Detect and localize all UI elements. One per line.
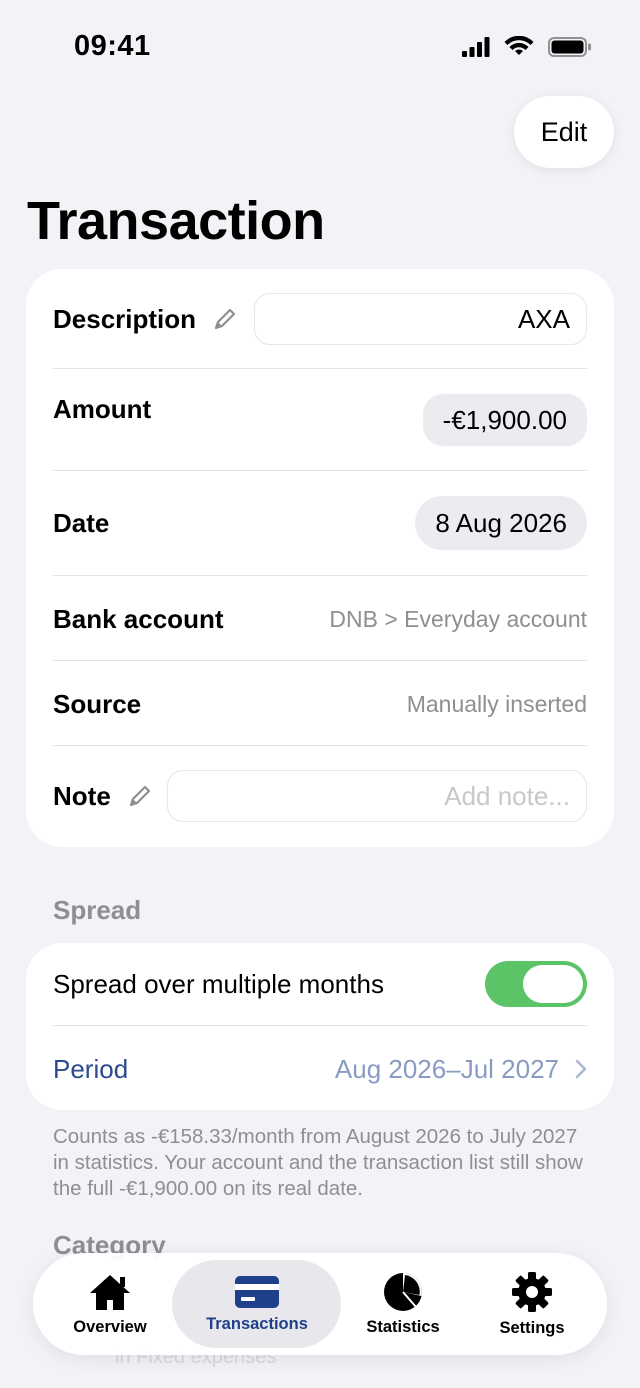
- tab-bar: Overview Transactions Statistics Setting…: [33, 1253, 607, 1355]
- date-label: Date: [53, 507, 110, 538]
- divider: [53, 1025, 587, 1026]
- tab-statistics[interactable]: Statistics: [347, 1253, 459, 1355]
- tab-label-settings: Settings: [499, 1318, 565, 1337]
- chevron-right-icon: [575, 1059, 587, 1079]
- period-row[interactable]: Period Aug 2026–Jul 2027: [53, 1049, 587, 1089]
- source-row: Source Manually inserted: [53, 684, 587, 724]
- tab-label-transactions: Transactions: [206, 1314, 308, 1333]
- pencil-icon[interactable]: [127, 783, 153, 809]
- date-picker-button[interactable]: 8 Aug 2026: [415, 496, 587, 550]
- wifi-icon: [504, 36, 534, 55]
- date-row: Date 8 Aug 2026: [53, 496, 587, 550]
- note-row: Note Add note...: [53, 770, 587, 822]
- spread-section-title: Spread: [53, 895, 142, 925]
- divider: [53, 745, 587, 746]
- pie-chart-icon: [384, 1272, 422, 1311]
- tab-settings[interactable]: Settings: [477, 1253, 587, 1355]
- description-label: Description: [53, 303, 197, 334]
- note-label: Note: [53, 780, 111, 811]
- bank-account-value: DNB > Everyday account: [329, 605, 587, 632]
- battery-icon: [548, 37, 591, 57]
- house-icon: [90, 1274, 130, 1310]
- cellular-signal-icon: [462, 37, 490, 57]
- page-title: Transaction: [27, 191, 325, 251]
- bank-account-row: Bank account DNB > Everyday account: [53, 599, 587, 639]
- period-value: Aug 2026–Jul 2027: [334, 1053, 559, 1084]
- spread-card: Spread over multiple months Period Aug 2…: [26, 943, 614, 1110]
- description-row: Description AXA: [53, 293, 587, 345]
- divider: [53, 660, 587, 661]
- source-label: Source: [53, 688, 142, 719]
- transaction-details-card: Description AXA Amount -€1,900.00 Date 8…: [26, 269, 614, 847]
- amount-row: Amount -€1,900.00: [53, 394, 587, 446]
- spread-footnote: Counts as -€158.33/month from August 202…: [53, 1125, 583, 1200]
- edit-button[interactable]: Edit: [514, 96, 614, 168]
- toggle-knob: [523, 965, 583, 1003]
- divider: [53, 470, 587, 471]
- divider: [53, 368, 587, 369]
- tab-overview[interactable]: Overview: [51, 1253, 169, 1355]
- tab-transactions[interactable]: Transactions: [183, 1253, 331, 1355]
- spread-toggle[interactable]: [485, 961, 587, 1007]
- note-field[interactable]: Add note...: [167, 770, 587, 822]
- spread-toggle-label: Spread over multiple months: [53, 968, 384, 999]
- source-value: Manually inserted: [406, 690, 587, 717]
- divider: [53, 575, 587, 576]
- status-bar: 09:41: [0, 0, 640, 90]
- amount-label: Amount: [53, 394, 152, 424]
- pencil-icon[interactable]: [212, 306, 238, 332]
- spread-toggle-row: Spread over multiple months: [53, 961, 587, 1007]
- amount-field[interactable]: -€1,900.00: [422, 394, 587, 446]
- status-icons: [462, 36, 592, 58]
- gear-icon: [512, 1271, 552, 1312]
- tab-label-statistics: Statistics: [366, 1317, 440, 1336]
- bank-account-label: Bank account: [53, 603, 224, 634]
- period-label: Period: [53, 1053, 129, 1084]
- tab-label-overview: Overview: [73, 1317, 147, 1336]
- status-time: 09:41: [74, 30, 151, 62]
- card-icon: [235, 1275, 279, 1308]
- description-field[interactable]: AXA: [254, 293, 587, 345]
